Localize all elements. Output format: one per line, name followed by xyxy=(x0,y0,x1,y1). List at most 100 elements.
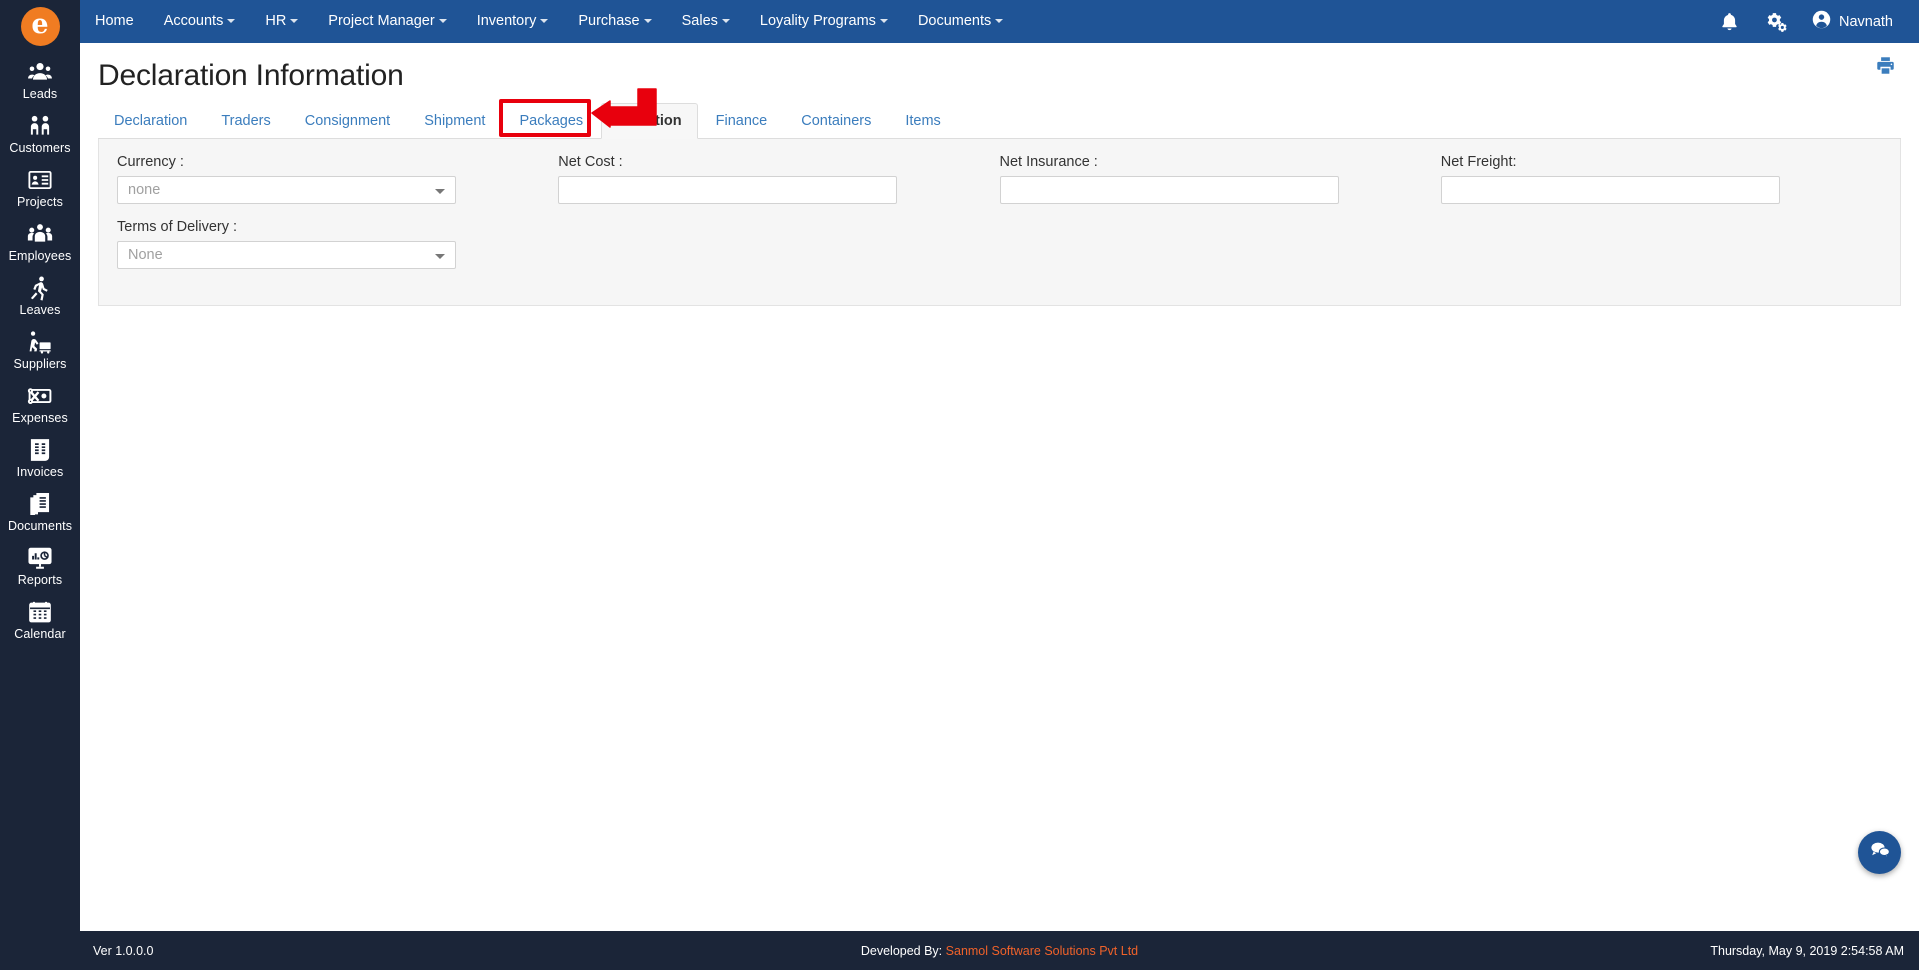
chevron-down-icon xyxy=(643,19,652,24)
tab-label: Traders xyxy=(221,113,271,129)
tab-declaration[interactable]: Declaration xyxy=(98,103,203,138)
sidebar-item-projects[interactable]: Projects xyxy=(0,160,80,214)
top-navigation-bar: Home Accounts HR Project Manager Invento… xyxy=(80,0,1919,43)
user-name: Navnath xyxy=(1838,13,1893,30)
tab-valuation[interactable]: Valuation xyxy=(601,103,698,139)
sidebar-item-label: Suppliers xyxy=(13,357,67,371)
chevron-down-icon xyxy=(721,19,730,24)
sidebar-item-reports[interactable]: Reports xyxy=(0,538,80,592)
gears-icon[interactable] xyxy=(1752,0,1799,43)
app-logo[interactable]: e xyxy=(0,0,80,52)
bell-icon[interactable] xyxy=(1707,0,1752,43)
nav-item-inventory[interactable]: Inventory xyxy=(462,0,564,43)
sidebar-item-label: Reports xyxy=(17,573,63,587)
sidebar-item-employees[interactable]: Employees xyxy=(0,214,80,268)
valuation-form-panel: Currency : none Net Cost : Net Insurance… xyxy=(98,139,1901,306)
tab-bar: Declaration Traders Consignment Shipment… xyxy=(98,88,1901,139)
nav-item-project-manager[interactable]: Project Manager xyxy=(313,0,461,43)
app-root: e Leads Customers Projects Employees Lea… xyxy=(0,0,1919,970)
field-group-terms-of-delivery: Terms of Delivery : None xyxy=(117,218,558,269)
chat-button[interactable] xyxy=(1858,831,1901,874)
nav-item-label: Sales xyxy=(681,13,718,29)
sidebar-item-label: Calendar xyxy=(14,627,66,641)
sidebar-item-label: Expenses xyxy=(12,411,68,425)
nav-item-accounts[interactable]: Accounts xyxy=(149,0,251,43)
sidebar-item-label: Leads xyxy=(22,87,58,101)
chevron-down-icon xyxy=(879,19,888,24)
chat-bubble-icon xyxy=(1868,838,1892,867)
chevron-down-icon xyxy=(290,19,299,24)
print-icon[interactable] xyxy=(1875,55,1896,81)
chevron-down-icon xyxy=(995,19,1004,24)
logo-icon: e xyxy=(20,6,60,46)
terms-of-delivery-label: Terms of Delivery : xyxy=(117,219,238,235)
tab-finance[interactable]: Finance xyxy=(700,103,784,138)
tab-shipment[interactable]: Shipment xyxy=(408,103,501,138)
suppliers-icon xyxy=(0,328,80,356)
sidebar-item-documents[interactable]: Documents xyxy=(0,484,80,538)
net-freight-input[interactable] xyxy=(1440,176,1780,204)
footer-datetime: Thursday, May 9, 2019 2:54:58 AM xyxy=(1710,943,1904,958)
tab-consignment[interactable]: Consignment xyxy=(289,103,406,138)
sidebar-item-label: Customers xyxy=(9,141,71,155)
user-menu[interactable]: Navnath xyxy=(1799,0,1901,43)
nav-item-sales[interactable]: Sales xyxy=(667,0,745,43)
tab-label: Valuation xyxy=(617,113,682,129)
calendar-icon xyxy=(0,598,80,626)
sidebar-item-invoices[interactable]: Invoices xyxy=(0,430,80,484)
leaves-icon xyxy=(0,274,80,302)
nav-item-label: Home xyxy=(95,13,134,29)
documents-icon xyxy=(0,490,80,518)
nav-item-label: Inventory xyxy=(476,13,537,29)
page-title: Declaration Information xyxy=(98,59,404,92)
terms-of-delivery-select[interactable]: None xyxy=(117,241,456,269)
net-cost-input[interactable] xyxy=(558,176,898,204)
tab-items[interactable]: Items xyxy=(889,103,956,138)
nav-item-documents[interactable]: Documents xyxy=(903,0,1018,43)
leads-icon xyxy=(0,58,80,86)
currency-select[interactable]: none xyxy=(117,176,456,204)
developed-by-prefix: Developed By: xyxy=(860,943,943,958)
chevron-down-icon xyxy=(435,254,445,259)
field-group-net-freight: Net Freight: xyxy=(1440,153,1882,204)
tab-label: Containers xyxy=(801,113,872,129)
sidebar-item-customers[interactable]: Customers xyxy=(0,106,80,160)
currency-select-value: none xyxy=(128,182,161,198)
tab-label: Packages xyxy=(519,113,584,129)
sidebar-item-leads[interactable]: Leads xyxy=(0,52,80,106)
nav-item-label: HR xyxy=(265,13,287,29)
chevron-down-icon xyxy=(438,19,447,24)
nav-item-purchase[interactable]: Purchase xyxy=(563,0,666,43)
user-avatar-icon xyxy=(1811,9,1832,34)
nav-item-hr[interactable]: HR xyxy=(250,0,313,43)
expenses-icon xyxy=(0,382,80,410)
employees-icon xyxy=(0,220,80,248)
nav-item-home[interactable]: Home xyxy=(80,0,149,43)
tab-packages[interactable]: Packages xyxy=(503,103,599,138)
net-insurance-input[interactable] xyxy=(999,176,1339,204)
field-group-net-insurance: Net Insurance : xyxy=(999,153,1441,204)
projects-icon xyxy=(0,166,80,194)
tab-label: Consignment xyxy=(304,113,391,129)
chevron-down-icon xyxy=(227,19,236,24)
sidebar-item-suppliers[interactable]: Suppliers xyxy=(0,322,80,376)
sidebar-item-label: Documents xyxy=(7,519,73,533)
sidebar-item-leaves[interactable]: Leaves xyxy=(0,268,80,322)
sidebar-item-calendar[interactable]: Calendar xyxy=(0,592,80,646)
chevron-down-icon xyxy=(435,189,445,194)
tab-label: Items xyxy=(905,113,941,129)
developer-link[interactable]: Sanmol Software Solutions Pvt Ltd xyxy=(946,944,1138,958)
top-nav-actions: Navnath xyxy=(1707,0,1919,43)
sidebar-item-label: Employees xyxy=(8,249,72,263)
tab-label: Declaration xyxy=(114,113,188,129)
form-row-1: Currency : none Net Cost : Net Insurance… xyxy=(117,153,1882,218)
nav-item-loyality-programs[interactable]: Loyality Programs xyxy=(745,0,903,43)
tab-containers[interactable]: Containers xyxy=(785,103,887,138)
invoices-icon xyxy=(0,436,80,464)
tab-label: Shipment xyxy=(424,113,486,129)
nav-item-label: Purchase xyxy=(578,13,640,29)
sidebar-item-label: Leaves xyxy=(19,303,61,317)
sidebar-item-expenses[interactable]: Expenses xyxy=(0,376,80,430)
page-footer: Ver 1.0.0.0 Developed By: Sanmol Softwar… xyxy=(80,931,1919,970)
tab-traders[interactable]: Traders xyxy=(205,103,286,138)
